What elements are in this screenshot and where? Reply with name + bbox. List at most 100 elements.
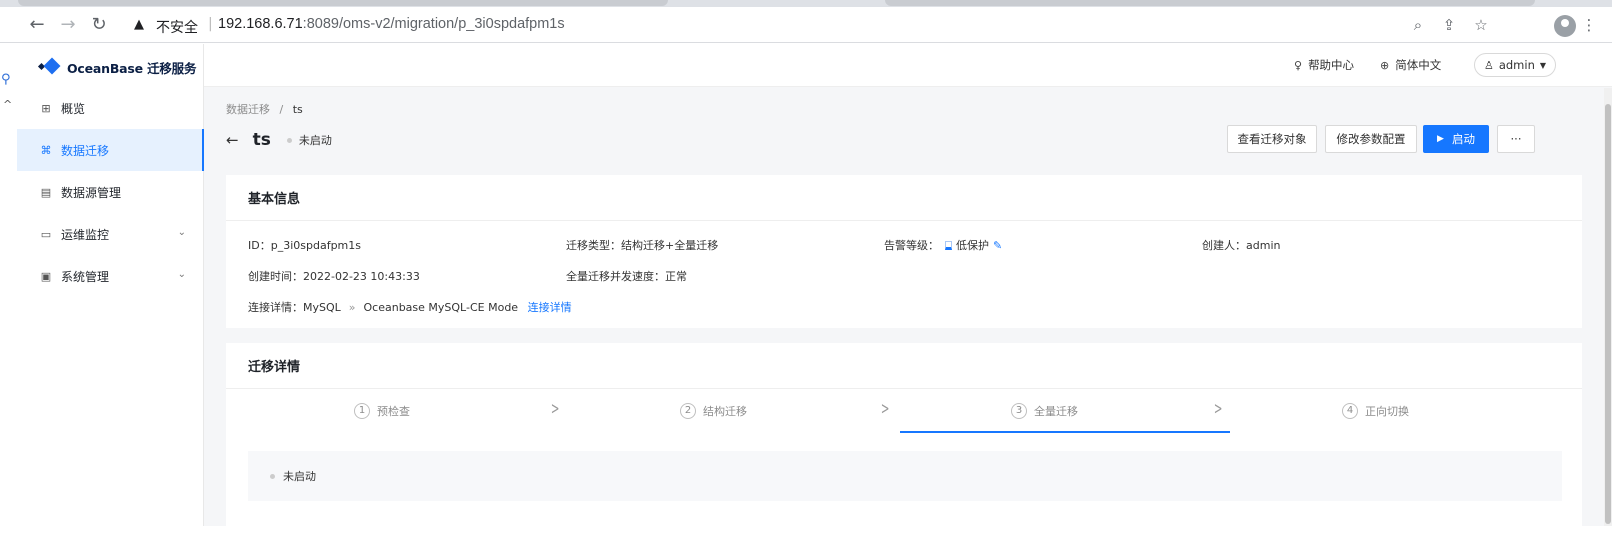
selected-step-indicator (900, 431, 1230, 433)
language-switch[interactable]: ⊕ 简体中文 (1380, 57, 1441, 73)
chevron-down-icon: ⌄ (177, 227, 186, 238)
info-creator: 创建人：admin (1202, 237, 1280, 253)
step-number: 1 (354, 403, 370, 419)
browser-tab[interactable] (885, 0, 1535, 6)
help-center-label: 帮助中心 (1308, 58, 1355, 72)
sidebar-item-overview[interactable]: ⊞ 概览 (17, 87, 204, 129)
warning-icon: ▲ (134, 17, 144, 32)
language-label: 简体中文 (1395, 58, 1442, 72)
step-label: 结构迁移 (703, 405, 747, 418)
step-number: 4 (1342, 403, 1358, 419)
info-alarm-value: 低保护 (956, 239, 989, 252)
more-actions-button[interactable]: ··· (1497, 125, 1535, 153)
step-label: 预检查 (377, 405, 410, 418)
collapse-up-icon[interactable]: ^ (3, 98, 12, 111)
breadcrumb-parent[interactable]: 数据迁移 (226, 103, 270, 116)
breadcrumb: 数据迁移 / ts (226, 101, 303, 117)
pin-icon[interactable]: ⚲ (1, 72, 11, 87)
step-label: 正向切换 (1365, 405, 1409, 418)
step-status-text: 未启动 (283, 470, 316, 483)
sidebar-item-data-migration[interactable]: ⌘ 数据迁移 (17, 129, 204, 171)
page-title: ts (252, 130, 271, 150)
browser-tabstrip (0, 0, 1612, 7)
sidebar-item-label: 数据源管理 (61, 185, 122, 200)
modify-params-button[interactable]: 修改参数配置 (1325, 125, 1417, 153)
sidebar-item-system[interactable]: ▣ 系统管理 ⌄ (17, 255, 204, 297)
browser-toolbar: ← → ↻ ▲ 不安全 | 192.168.6.71:8089/oms-v2/m… (0, 7, 1612, 43)
main-content: 数据迁移 / ts ← ts 未启动 查看迁移对象 修改参数配置 ▶ 启动 ··… (204, 87, 1604, 533)
url-path: :8089/oms-v2/migration/p_3i0spdafpm1s (302, 16, 565, 32)
caret-down-icon: ▼ (1539, 60, 1547, 70)
lightbulb-icon: ♀ (1294, 58, 1303, 72)
info-id-value: p_3i0spdafpm1s (270, 239, 361, 252)
basic-info-heading: 基本信息 (226, 175, 1582, 221)
top-bar: ♀ 帮助中心 ⊕ 简体中文 ♙ admin ▼ (204, 44, 1612, 87)
product-logo[interactable]: OceanBase 迁移服务 (37, 56, 197, 78)
status-text: 未启动 (298, 134, 332, 147)
scrollbar-thumb[interactable] (1605, 104, 1611, 524)
sidebar-item-ops-monitor[interactable]: ▭ 运维监控 ⌄ (17, 213, 204, 255)
user-menu-button[interactable]: ♙ admin ▼ (1474, 53, 1556, 77)
browser-tab[interactable] (18, 0, 668, 6)
info-conn-label: 连接详情： (248, 301, 303, 314)
back-arrow-icon[interactable]: ← (27, 15, 47, 35)
address-separator: | (208, 16, 213, 32)
step-schema-migration[interactable]: 2 结构迁移 (680, 403, 747, 419)
datasource-icon: ▤ (40, 185, 52, 199)
sidebar-item-label: 系统管理 (61, 269, 110, 284)
chevron-right-icon: > (1213, 399, 1223, 419)
forward-arrow-icon[interactable]: → (58, 15, 78, 35)
product-name: OceanBase 迁移服务 (67, 60, 197, 76)
info-alarm-label: 告警等级： (884, 239, 939, 252)
address-bar[interactable]: ▲ 不安全 | 192.168.6.71:8089/oms-v2/migrati… (124, 11, 1524, 39)
step-full-migration[interactable]: 3 全量迁移 (1011, 403, 1078, 419)
connection-detail-link[interactable]: 连接详情 (528, 301, 572, 314)
status-dot (270, 473, 275, 479)
sidebar-item-label: 概览 (61, 101, 86, 116)
status-dot (286, 137, 292, 143)
breadcrumb-current: ts (292, 103, 303, 116)
more-menu-icon[interactable]: ⋮ (1580, 16, 1598, 34)
user-icon: ♙ (1483, 58, 1494, 72)
profile-avatar-icon[interactable] (1554, 15, 1576, 37)
insecure-label: 不安全 (156, 20, 198, 36)
step-number: 3 (1011, 403, 1027, 419)
share-icon[interactable]: ⇪ (1440, 16, 1458, 34)
page-header: ← ts 未启动 (226, 129, 332, 151)
url-text[interactable]: 192.168.6.71:8089/oms-v2/migration/p_3i0… (218, 16, 565, 32)
step-number: 2 (680, 403, 696, 419)
bookmark-star-icon[interactable]: ☆ (1472, 16, 1490, 34)
sidebar: OceanBase 迁移服务 ⊞ 概览 ⌘ 数据迁移 ▤ 数据源管理 ▭ 运维监… (17, 44, 204, 526)
step-label: 全量迁移 (1034, 405, 1078, 418)
app-root: ⚲ ^ OceanBase 迁移服务 ⊞ 概览 ⌘ 数据迁移 ▤ 数据源管理 ▭… (0, 44, 1612, 533)
page-scrollbar[interactable] (1604, 88, 1612, 526)
sidebar-item-label: 运维监控 (61, 227, 110, 242)
migration-detail-heading: 迁移详情 (226, 343, 1582, 389)
monitor-icon: ▭ (40, 227, 52, 241)
chevron-right-icon: > (550, 399, 560, 419)
view-objects-button[interactable]: 查看迁移对象 (1227, 125, 1317, 153)
step-forward-switch[interactable]: 4 正向切换 (1342, 403, 1409, 419)
reload-icon[interactable]: ↻ (89, 15, 109, 35)
help-center-link[interactable]: ♀ 帮助中心 (1294, 57, 1354, 73)
migration-icon: ⌘ (40, 143, 52, 157)
info-created: 创建时间：2022-02-23 10:43:33 (248, 268, 420, 284)
sidebar-item-datasource[interactable]: ▤ 数据源管理 (17, 171, 204, 213)
zoom-icon[interactable]: ⌕ (1409, 16, 1427, 34)
info-creator-label: 创建人： (1202, 239, 1246, 252)
chevron-down-icon: ⌄ (177, 269, 186, 280)
step-precheck[interactable]: 1 预检查 (354, 403, 410, 419)
info-type: 迁移类型：结构迁移+全量迁移 (566, 237, 718, 253)
start-button[interactable]: ▶ 启动 (1423, 125, 1489, 153)
info-creator-value: admin (1246, 239, 1281, 252)
left-gutter: ⚲ ^ (0, 44, 17, 526)
info-type-label: 迁移类型： (566, 239, 621, 252)
migration-detail-card: 迁移详情 1 预检查 > 2 结构迁移 > 3 全量迁移 > 4 正向切换 未启… (226, 343, 1582, 533)
edit-pencil-icon[interactable]: ✎ (993, 239, 1002, 252)
url-host: 192.168.6.71 (218, 16, 303, 32)
double-chevron-icon: » (348, 301, 356, 314)
breadcrumb-separator: / (279, 103, 284, 116)
info-type-value: 结构迁移+全量迁移 (621, 239, 719, 252)
back-arrow-icon[interactable]: ← (226, 131, 239, 149)
user-name: admin (1498, 58, 1535, 72)
